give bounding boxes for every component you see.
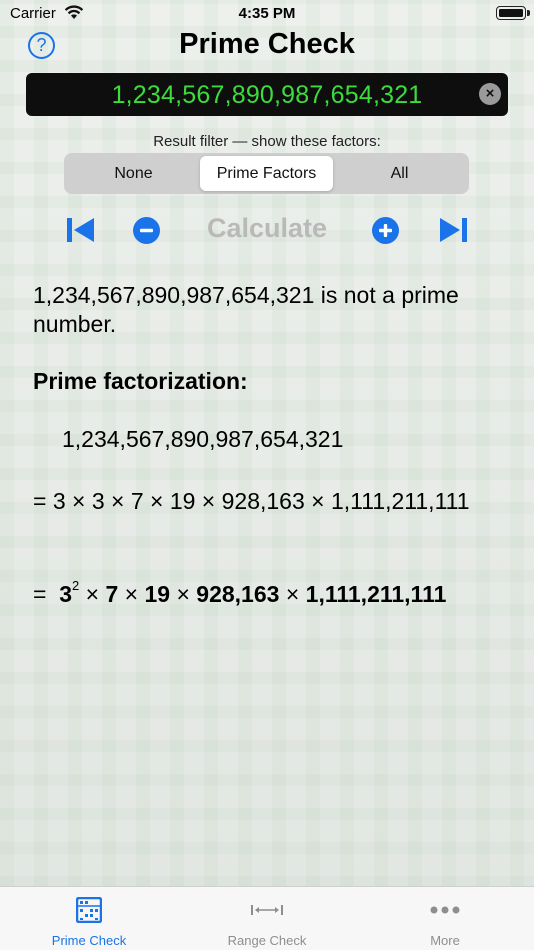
filter-option-prime-factors[interactable]: Prime Factors [200, 156, 333, 191]
skip-to-end-icon [440, 218, 467, 242]
factorization-heading: Prime factorization: [33, 368, 248, 394]
filter-segmented-control[interactable]: None Prime Factors All [64, 153, 469, 194]
filter-option-none[interactable]: None [67, 156, 200, 191]
factor: 1,111,211,111 [305, 581, 447, 607]
times-sign: × [285, 581, 300, 607]
increment-button[interactable] [372, 217, 399, 249]
times-sign: × [85, 581, 100, 607]
number-input[interactable]: 1,234,567,890,987,654,321 × [26, 73, 508, 116]
tab-label: Prime Check [51, 933, 127, 948]
compact-factorization: = 32 × 7 × 19 × 928,163 × 1,111,211,111 [33, 578, 446, 608]
factor-exponent: 2 [72, 578, 80, 593]
more-icon [430, 906, 460, 914]
last-button[interactable] [439, 217, 467, 248]
equals-sign: = [33, 581, 47, 607]
clear-button[interactable]: × [479, 83, 501, 105]
tab-prime-check[interactable]: Prime Check [0, 887, 178, 950]
number-input-value[interactable]: 1,234,567,890,987,654,321 [26, 81, 508, 110]
factor-base: 3 [59, 581, 73, 607]
factor: 928,163 [196, 581, 280, 607]
tab-bar: Prime Check Range Check More [0, 886, 534, 950]
plus-circle-icon [372, 217, 399, 244]
expanded-factorization: = 3 × 3 × 7 × 19 × 928,163 × 1,111,211,1… [33, 488, 470, 514]
factor: 7 [105, 581, 119, 607]
factor: 19 [144, 581, 171, 607]
tab-range-check[interactable]: Range Check [178, 887, 356, 950]
status-bar: Carrier 4:35 PM [0, 0, 534, 30]
filter-option-all[interactable]: All [333, 156, 466, 191]
battery-icon [496, 6, 530, 20]
range-icon [251, 905, 283, 915]
tab-more[interactable]: More [356, 887, 534, 950]
abacus-icon [76, 897, 102, 923]
tab-label: Range Check [227, 933, 307, 948]
result-statement: 1,234,567,890,987,654,321 is not a prime… [33, 282, 459, 337]
page-title: Prime Check [179, 28, 355, 60]
tab-label: More [430, 933, 460, 948]
clock: 4:35 PM [238, 5, 296, 22]
clear-icon: × [485, 85, 495, 102]
factorized-number: 1,234,567,890,987,654,321 [62, 426, 344, 452]
filter-label: Result filter — show these factors: [153, 133, 381, 150]
times-sign: × [124, 581, 139, 607]
times-sign: × [176, 581, 190, 607]
